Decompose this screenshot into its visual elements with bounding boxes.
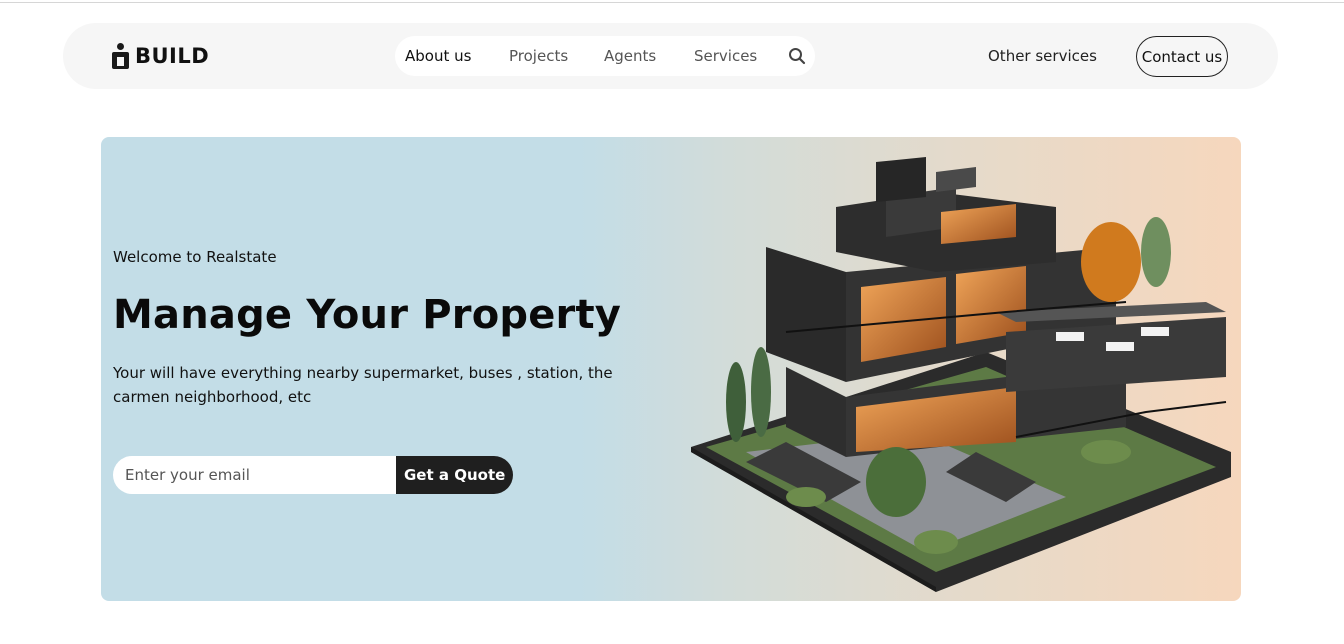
quote-form: Get a Quote <box>113 456 513 494</box>
logo[interactable]: BUILD <box>112 42 209 70</box>
get-quote-button[interactable]: Get a Quote <box>396 456 513 494</box>
hero-welcome: Welcome to Realstate <box>113 248 277 266</box>
hero-banner: Welcome to Realstate Manage Your Propert… <box>101 137 1241 601</box>
hero-description: Your will have everything nearby superma… <box>113 364 613 406</box>
nav-agents[interactable]: Agents <box>604 47 656 65</box>
house-illustration <box>691 157 1231 592</box>
top-divider <box>0 2 1344 3</box>
navbar: BUILD About us Projects Agents Services … <box>63 23 1278 89</box>
nav-projects[interactable]: Projects <box>509 47 568 65</box>
nav-about-us[interactable]: About us <box>405 47 471 65</box>
hero-title: Manage Your Property <box>113 292 622 338</box>
brand-name: BUILD <box>135 44 210 68</box>
search-icon[interactable] <box>788 47 806 65</box>
logo-icon <box>112 43 129 69</box>
other-services-link[interactable]: Other services <box>988 47 1097 65</box>
nav-services[interactable]: Services <box>694 47 757 65</box>
contact-us-button[interactable]: Contact us <box>1136 36 1228 77</box>
email-input[interactable] <box>113 456 397 494</box>
main-nav: About us Projects Agents Services <box>395 36 815 76</box>
